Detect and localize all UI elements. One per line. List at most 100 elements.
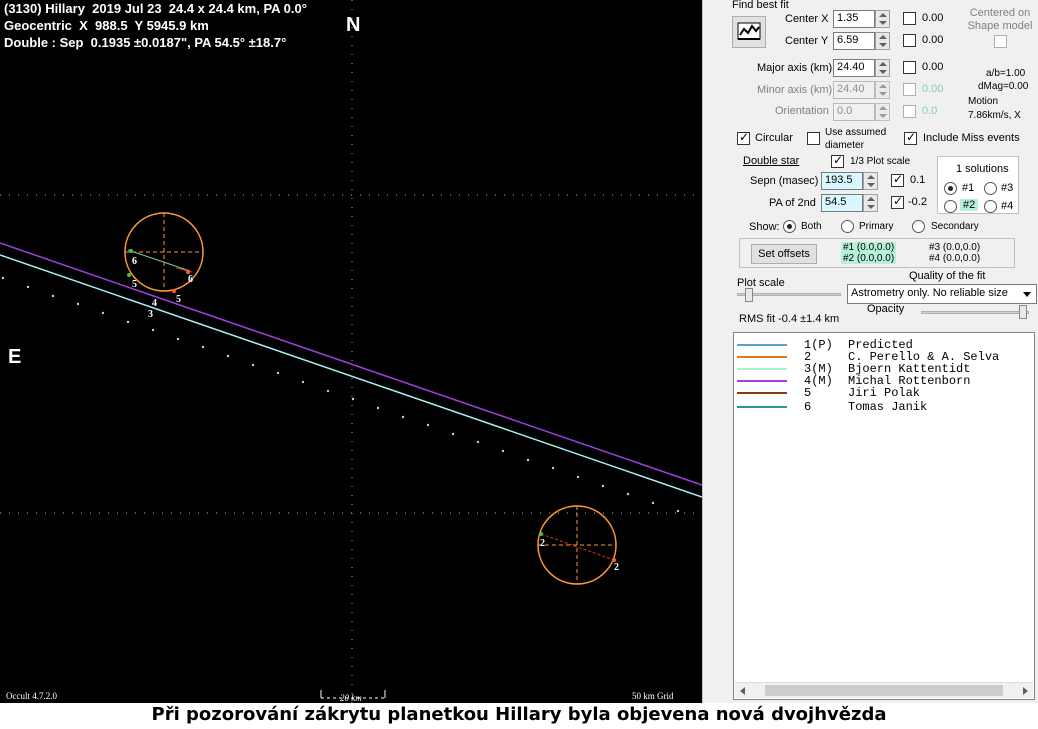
center-x-checkbox[interactable] [903,12,916,25]
orientation-checkbox[interactable] [903,105,916,118]
marker-label: 6 [188,274,193,285]
quality-value: Astrometry only. No reliable size [851,287,1008,299]
solution-4-radio[interactable] [984,200,997,213]
opacity-slider[interactable] [1019,305,1027,319]
sepn-checkbox[interactable] [891,172,904,187]
centered-on-shape-checkbox[interactable] [994,35,1007,48]
center-y-checkbox[interactable] [903,34,916,47]
solution-3-label: #3 [1001,182,1014,194]
plot-canvas [0,0,702,703]
center-x-spinner[interactable] [875,10,890,28]
fit-chart-icon [737,22,761,40]
sepn-input[interactable]: 193.5 [821,172,863,190]
page-caption: Při pozorování zákrytu planetkou Hillary… [0,703,1038,729]
marker-label: 6 [132,256,137,267]
major-axis-input[interactable]: 24.40 [833,59,875,77]
legend-swatch [737,368,787,370]
pa2-checkbox[interactable] [891,194,904,209]
legend-num: 5 [804,386,812,400]
solution-2-label: #2 [960,199,979,211]
circular-checkbox[interactable] [737,130,750,145]
scroll-thumb[interactable] [765,685,1003,696]
ab-ratio: a/b=1.00 [986,68,1026,79]
legend-name: Tomas Janik [848,400,928,414]
sepn-spinner[interactable] [863,172,878,190]
circular-label: Circular [755,132,793,144]
quality-label: Quality of the fit [909,270,986,282]
plot-scale-slider[interactable] [745,288,753,302]
chord-rottenborn [0,242,702,486]
occultation-plot[interactable]: (3130) Hillary 2019 Jul 23 24.4 x 24.4 k… [0,0,702,703]
legend-swatch [737,344,787,346]
show-secondary-label: Secondary [931,221,979,232]
show-both-label: Both [801,221,822,232]
pa2-spinner[interactable] [863,194,878,212]
scroll-right-icon[interactable] [1023,687,1028,695]
find-best-fit-label: Find best fit [732,0,789,11]
major-axis-spinner[interactable] [875,59,890,77]
orientation-zero: 0.0 [922,105,938,117]
center-x-input[interactable]: 1.35 [833,10,875,28]
show-secondary-radio[interactable] [912,220,925,233]
plot-header-line1: (3130) Hillary 2019 Jul 23 24.4 x 24.4 k… [4,1,307,16]
center-y-spinner[interactable] [875,32,890,50]
orientation-input[interactable]: 0.0 [833,103,875,121]
double-star-label[interactable]: Double star [743,155,799,167]
show-primary-label: Primary [859,221,894,232]
marker-label: 3 [148,309,153,320]
solution-4-label: #4 [1001,200,1014,212]
minor-axis-checkbox[interactable] [903,83,916,96]
legend-swatch [737,380,787,382]
legend-horizontal-scrollbar[interactable] [735,682,1033,698]
scroll-left-icon[interactable] [740,687,745,695]
minor-axis-spinner[interactable] [875,81,890,99]
plot-header-line2: Geocentric X 988.5 Y 5945.9 km [4,18,209,33]
center-x-zero: 0.00 [922,12,944,24]
use-assumed-label: Use assumed diameter [825,127,887,151]
centered-on-shape-label: Centered on Shape model [967,7,1033,32]
secondary-asteroid-outline [537,505,617,585]
legend-num: 6 [804,400,812,414]
opacity-track[interactable] [921,311,1029,314]
offset-1: #1 (0.0,0.0) [841,242,897,253]
legend-swatch [737,356,787,358]
sepn-step: 0.1 [910,174,926,186]
sepn-label: Sepn (masec) [750,175,819,187]
minor-axis-label: Minor axis (km) [757,84,833,96]
third-plot-scale-checkbox[interactable] [831,153,844,168]
solution-2-radio[interactable] [944,200,957,213]
use-assumed-checkbox[interactable] [807,132,820,145]
find-best-fit-button[interactable] [732,16,766,48]
grid-label: 50 km Grid [632,691,674,701]
legend-name: Jiri Polak [848,386,921,400]
show-primary-radio[interactable] [841,220,854,233]
legend-swatch [737,392,787,394]
show-label: Show: [749,221,780,233]
predicted-path-dots [1,276,680,513]
include-miss-checkbox[interactable] [904,130,917,145]
show-both-radio[interactable] [783,220,796,233]
include-miss-label: Include Miss events [923,132,1020,144]
center-y-input[interactable]: 6.59 [833,32,875,50]
motion-label: Motion [968,96,999,107]
plot-header-line3: Double : Sep 0.1935 ±0.0187", PA 54.5° ±… [4,35,287,50]
pa2-input[interactable]: 54.5 [821,194,863,212]
version-label: Occult 4.7.2.0 [6,691,57,701]
opacity-label: Opacity [867,303,905,315]
chord-kattentidt [0,254,702,498]
observer-legend[interactable]: 1(P) Predicted 2 C. Perello & A. Selva 3… [733,332,1035,700]
marker-label: 2 [614,562,619,573]
minor-axis-input[interactable]: 24.40 [833,81,875,99]
third-plot-scale-label: 1/3 Plot scale [850,156,911,167]
set-offsets-button[interactable]: Set offsets [751,244,817,264]
orientation-spinner[interactable] [875,103,890,121]
rms-fit-label: RMS fit -0.4 ±1.4 km [739,313,840,325]
center-y-label: Center Y [785,35,829,47]
solutions-group: 1 solutions #1 #3 #2 #4 [937,156,1019,214]
quality-select[interactable]: Astrometry only. No reliable size [847,284,1037,304]
major-axis-label: Major axis (km) [757,62,833,74]
solution-3-radio[interactable] [984,182,997,195]
major-axis-checkbox[interactable] [903,61,916,74]
solution-1-label: #1 [962,182,975,194]
solution-1-radio[interactable] [944,182,957,195]
